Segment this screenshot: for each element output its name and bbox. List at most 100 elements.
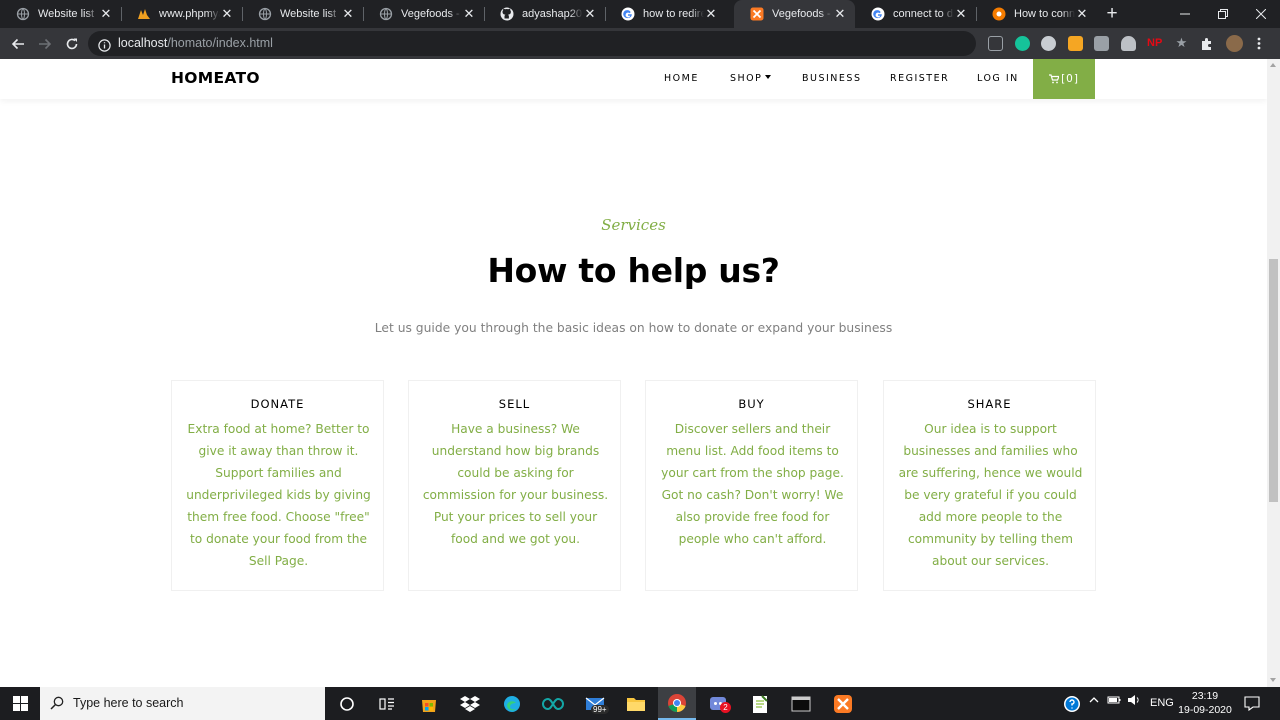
minimize-button[interactable]: [1166, 0, 1204, 28]
file-explorer-icon[interactable]: [624, 692, 647, 715]
phpmyadmin-icon: [137, 7, 151, 21]
taskbar-search[interactable]: Type here to search: [40, 687, 325, 720]
puzzle-extensions-icon[interactable]: [1200, 36, 1215, 51]
close-icon[interactable]: ✕: [220, 7, 234, 21]
chrome-icon[interactable]: [658, 687, 696, 720]
google-icon: [871, 7, 885, 21]
browser-tab[interactable]: www.phpmyadmin ✕: [121, 0, 243, 28]
clock[interactable]: 23:19 19-09-2020: [1172, 689, 1238, 717]
page-scrollbar[interactable]: [1267, 59, 1280, 687]
start-button[interactable]: [0, 687, 40, 720]
browser-tab[interactable]: connect to data ✕: [855, 0, 977, 28]
close-icon[interactable]: ✕: [583, 7, 597, 21]
extension-3-icon[interactable]: [1041, 36, 1056, 51]
terminal-icon[interactable]: [789, 692, 812, 715]
address-bar[interactable]: localhost/homato/index.html ☆: [88, 31, 1057, 56]
menu-icon[interactable]: [1256, 36, 1262, 51]
card-text: Our idea is to support businesses and fa…: [898, 422, 1083, 568]
close-icon[interactable]: ✕: [704, 7, 718, 21]
service-card-share: SHARE Our idea is to support businesses …: [883, 380, 1096, 591]
help-icon[interactable]: [1060, 692, 1083, 715]
chevron-down-icon: [765, 75, 772, 79]
forward-button[interactable]: [33, 32, 57, 56]
notepad-plus-icon[interactable]: [748, 692, 771, 715]
orange-site-icon: [992, 7, 1006, 21]
scroll-up-icon[interactable]: [1270, 63, 1276, 67]
netflix-party-icon[interactable]: NP: [1147, 36, 1162, 51]
language-indicator[interactable]: ENG: [1150, 697, 1174, 709]
dropbox-icon[interactable]: [458, 692, 481, 715]
site-logo[interactable]: HOMEATO: [171, 69, 260, 87]
arduino-icon[interactable]: [541, 692, 564, 715]
battery-icon[interactable]: [1107, 694, 1121, 709]
mail-icon[interactable]: 99+: [583, 692, 609, 715]
nav-shop-label: SHOP: [730, 73, 763, 84]
reload-button[interactable]: [60, 32, 84, 56]
scrollbar-thumb[interactable]: [1269, 259, 1278, 502]
clock-time: 23:19: [1191, 690, 1219, 702]
nav-home[interactable]: HOME: [664, 73, 699, 84]
extension-1-icon[interactable]: [988, 36, 1003, 51]
card-text: Extra food at home? Better to give it aw…: [186, 422, 371, 568]
close-icon[interactable]: ✕: [99, 7, 113, 21]
store-badge: 99+: [591, 705, 609, 714]
close-icon[interactable]: ✕: [1075, 7, 1089, 21]
close-icon[interactable]: ✕: [833, 7, 847, 21]
nav-register[interactable]: REGISTER: [890, 73, 949, 84]
browser-tab-active[interactable]: Vegefoods - Free ✕: [734, 0, 855, 28]
store-icon[interactable]: [417, 692, 440, 715]
back-button[interactable]: [6, 32, 30, 56]
browser-tab[interactable]: Website list ✕: [242, 0, 364, 28]
extension-5-icon[interactable]: [1094, 36, 1109, 51]
star-extension-icon[interactable]: ★: [1174, 36, 1189, 51]
close-icon[interactable]: ✕: [462, 7, 476, 21]
browser-tab[interactable]: Vegefoods - Free ✕: [363, 0, 485, 28]
url-text[interactable]: localhost/homato/index.html: [118, 36, 273, 50]
nav-business[interactable]: BUSINESS: [802, 73, 861, 84]
close-icon[interactable]: ✕: [954, 7, 968, 21]
globe-icon: [258, 7, 272, 21]
search-icon: [50, 696, 64, 710]
close-icon[interactable]: ✕: [341, 7, 355, 21]
browser-tab[interactable]: adyashap2011/ ✕: [484, 0, 606, 28]
chevron-up-icon[interactable]: [1088, 694, 1100, 709]
extension-6-icon[interactable]: [1121, 36, 1136, 51]
card-title: SELL: [498, 397, 531, 411]
notifications-icon[interactable]: [1244, 695, 1260, 714]
new-tab-button[interactable]: +: [1102, 4, 1122, 24]
windows-logo-icon: [12, 696, 28, 711]
tab-title: How to connect: [1014, 8, 1075, 20]
service-card-buy: BUY Discover sellers and their menu list…: [645, 380, 858, 591]
globe-icon: [379, 7, 393, 21]
card-title: DONATE: [250, 397, 305, 411]
url-host: localhost: [118, 36, 168, 50]
nav-shop[interactable]: SHOP: [730, 73, 772, 84]
xampp-icon[interactable]: [831, 692, 854, 715]
extension-4-icon[interactable]: [1068, 36, 1083, 51]
cart-button[interactable]: [0]: [1033, 59, 1095, 99]
maximize-button[interactable]: [1204, 0, 1242, 28]
browser-tab[interactable]: Website list ✕: [0, 0, 122, 28]
browser-tab-strip: Website list ✕ www.phpmyadmin ✕ Website …: [0, 0, 1280, 28]
edge-icon[interactable]: [500, 692, 523, 715]
card-title: SHARE: [967, 397, 1012, 411]
task-view-icon[interactable]: [375, 692, 398, 715]
tab-title: adyashap2011/: [522, 8, 583, 20]
browser-tab[interactable]: How to connect ✕: [976, 0, 1097, 28]
clock-date: 19-09-2020: [1178, 704, 1232, 716]
grammarly-icon[interactable]: [1015, 36, 1030, 51]
volume-icon[interactable]: [1127, 694, 1141, 709]
close-window-button[interactable]: [1242, 0, 1280, 28]
nav-login[interactable]: LOG IN: [977, 73, 1019, 84]
browser-tab[interactable]: how to redirect ✕: [605, 0, 726, 28]
info-icon[interactable]: [98, 37, 111, 52]
cortana-icon[interactable]: [335, 692, 358, 715]
service-card-donate: DONATE Extra food at home? Better to giv…: [171, 380, 384, 591]
page-viewport: HOMEATO HOME SHOP BUSINESS REGISTER LOG …: [0, 59, 1267, 687]
avatar[interactable]: [1226, 35, 1243, 52]
scroll-down-icon[interactable]: [1270, 678, 1276, 682]
github-icon: [500, 7, 514, 21]
cart-icon: [1049, 74, 1060, 84]
discord-icon[interactable]: 2: [707, 692, 731, 715]
tab-title: Vegefoods - Free: [772, 8, 833, 20]
